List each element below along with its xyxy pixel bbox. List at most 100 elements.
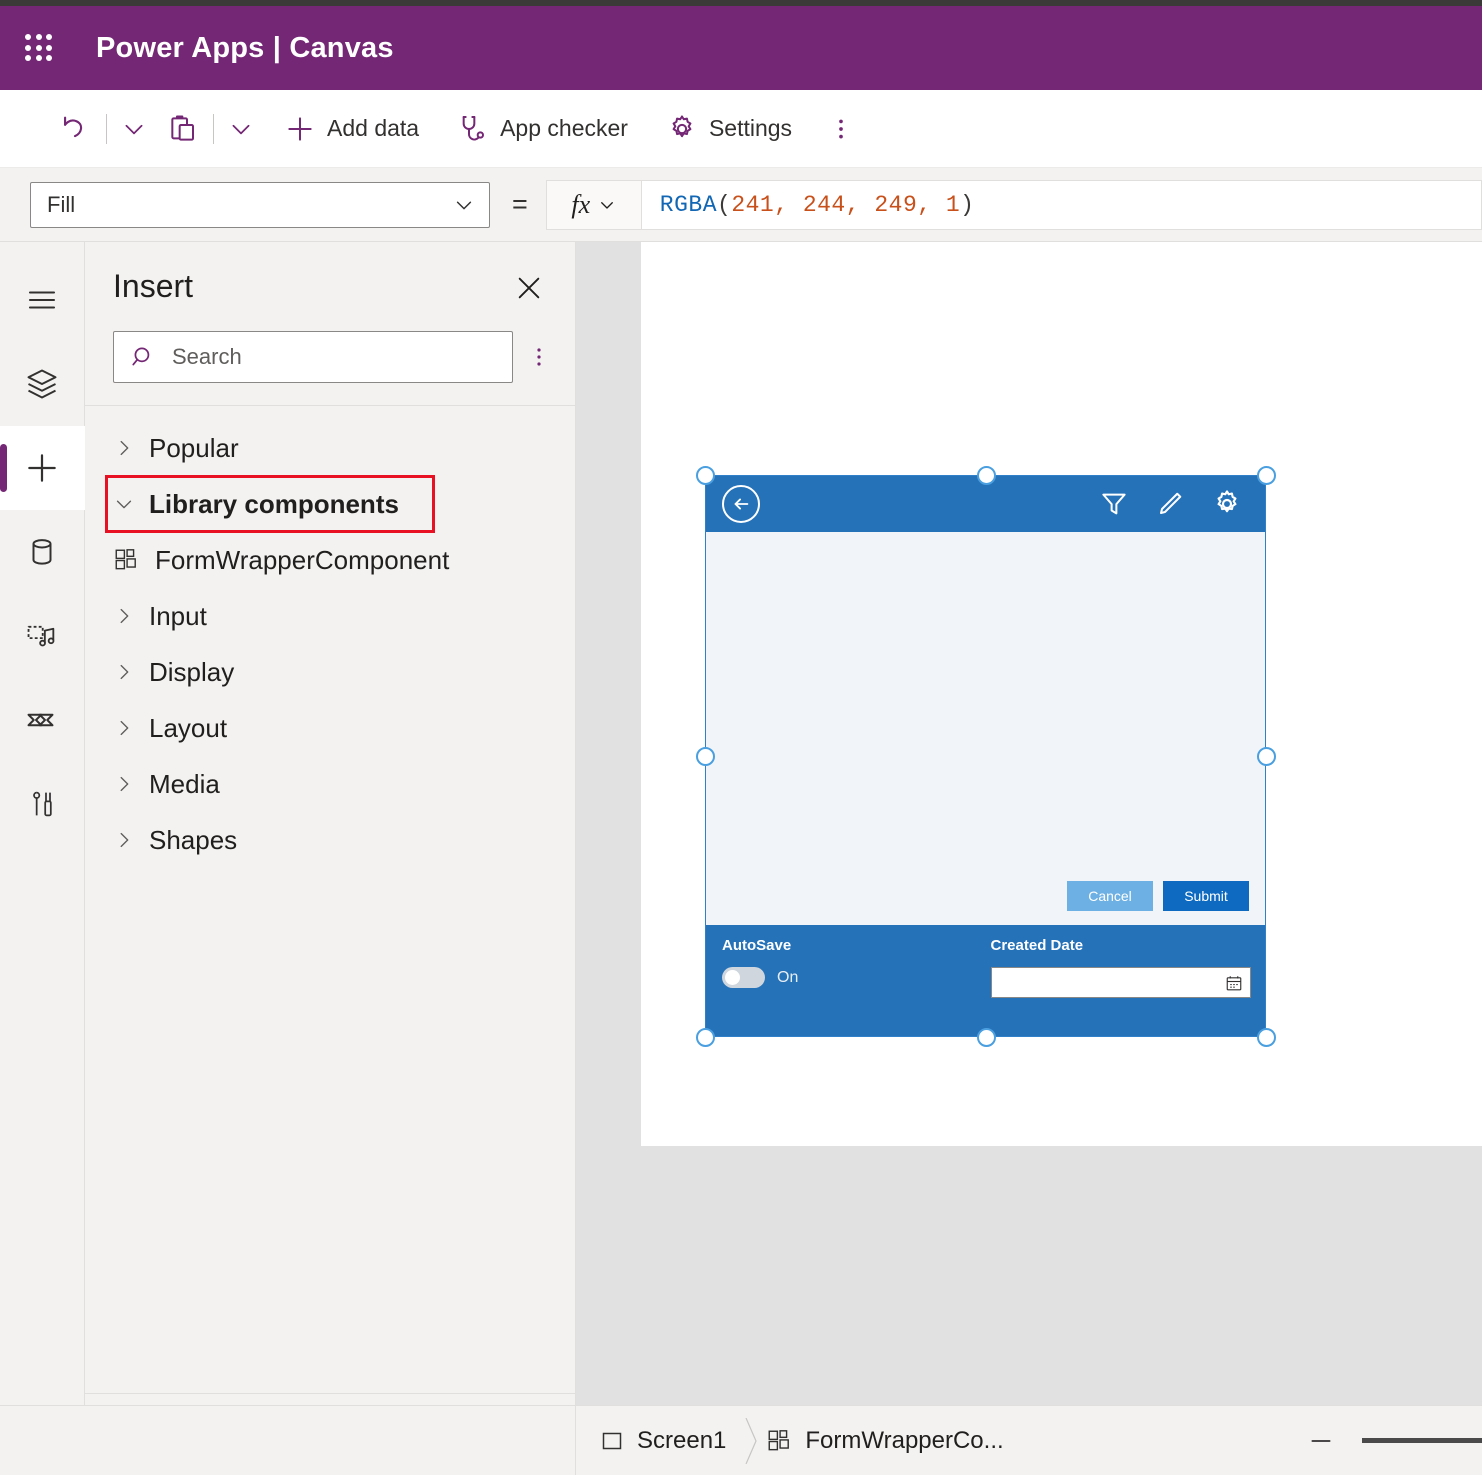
app-screen-surface[interactable]: Cancel Submit AutoSave On Created Date: [641, 242, 1482, 1146]
hamburger-menu-button[interactable]: [0, 258, 85, 342]
insert-plus-icon: [23, 449, 61, 487]
chevron-right-icon: [113, 437, 135, 459]
zoom-slider[interactable]: [1362, 1438, 1482, 1443]
settings-label: Settings: [709, 115, 792, 142]
autosave-toggle[interactable]: [722, 967, 765, 988]
library-component-item[interactable]: FormWrapperComponent: [85, 532, 575, 588]
media-button[interactable]: [0, 594, 85, 678]
tree-view-button[interactable]: [0, 342, 85, 426]
form-wrapper-component[interactable]: Cancel Submit AutoSave On Created Date: [705, 475, 1266, 1037]
chevron-right-icon: [113, 829, 135, 851]
chevron-down-icon: [228, 116, 254, 142]
component-icon: [766, 1428, 792, 1454]
canvas-area[interactable]: Cancel Submit AutoSave On Created Date: [576, 242, 1482, 1405]
fx-button[interactable]: fx: [546, 180, 642, 230]
more-vertical-icon: [828, 116, 854, 142]
component-item-label: FormWrapperComponent: [155, 545, 449, 576]
toolbar-divider-2: [213, 114, 214, 144]
category-layout[interactable]: Layout: [85, 700, 575, 756]
undo-button[interactable]: [48, 103, 102, 155]
resize-handle-top-right[interactable]: [1257, 466, 1276, 485]
cancel-button[interactable]: Cancel: [1067, 881, 1153, 911]
more-vertical-icon: [527, 345, 551, 369]
category-library-components[interactable]: Library components: [85, 476, 575, 532]
submit-button[interactable]: Submit: [1163, 881, 1249, 911]
resize-handle-bottom-right[interactable]: [1257, 1028, 1276, 1047]
category-label: Input: [149, 601, 207, 632]
plus-icon: [284, 113, 316, 145]
gear-icon[interactable]: [1211, 488, 1243, 520]
filter-icon[interactable]: [1099, 489, 1129, 519]
insert-category-list: Popular Library components FormWrapperCo…: [85, 406, 575, 1393]
data-button[interactable]: [0, 510, 85, 594]
chevron-right-icon: [113, 661, 135, 683]
form-action-buttons: Cancel Submit: [1067, 881, 1249, 911]
formula-bar: Fill = fx RGBA(241, 244, 249, 1): [0, 168, 1482, 242]
close-panel-button[interactable]: [509, 268, 549, 313]
resize-handle-middle-right[interactable]: [1257, 747, 1276, 766]
data-icon: [25, 535, 59, 569]
clipboard-paste-icon: [167, 113, 199, 145]
app-launcher-icon[interactable]: [22, 31, 56, 65]
category-label: Popular: [149, 433, 239, 464]
chevron-right-icon: [113, 773, 135, 795]
power-automate-icon: [24, 702, 60, 738]
resize-handle-middle-left[interactable]: [696, 747, 715, 766]
created-date-input[interactable]: [991, 967, 1252, 998]
resize-handle-top-left[interactable]: [696, 466, 715, 485]
minus-icon[interactable]: [1308, 1428, 1334, 1454]
gear-icon: [666, 113, 698, 145]
power-automate-button[interactable]: [0, 678, 85, 762]
insert-panel-search-row: Search: [85, 313, 575, 405]
insert-panel-button[interactable]: [0, 426, 85, 510]
category-display[interactable]: Display: [85, 644, 575, 700]
settings-button[interactable]: Settings: [656, 103, 802, 155]
paste-dropdown-button[interactable]: [218, 103, 264, 155]
chevron-down-icon: [453, 194, 475, 216]
undo-dropdown-button[interactable]: [111, 103, 157, 155]
power-apps-studio: Power Apps | Canvas: [0, 0, 1482, 1475]
breadcrumb-form-wrapper-component[interactable]: FormWrapperCo...: [766, 1427, 1003, 1455]
chevron-right-icon: [740, 1418, 762, 1464]
advanced-tools-button[interactable]: [0, 762, 85, 846]
component-header-actions: [1099, 488, 1251, 520]
chevron-down-icon: [113, 493, 135, 515]
autosave-state-label: On: [777, 969, 798, 987]
more-options-button[interactable]: [818, 103, 864, 155]
pencil-edit-icon[interactable]: [1155, 489, 1185, 519]
fx-label: fx: [571, 190, 590, 220]
breadcrumb-screen1[interactable]: Screen1: [600, 1427, 726, 1455]
insert-panel: Insert Search: [85, 242, 576, 1475]
search-input[interactable]: Search: [113, 331, 513, 383]
category-input[interactable]: Input: [85, 588, 575, 644]
resize-handle-bottom-left[interactable]: [696, 1028, 715, 1047]
status-bar: Screen1 FormWrapperCo...: [0, 1405, 1482, 1475]
left-rail: [0, 242, 85, 1475]
category-shapes[interactable]: Shapes: [85, 812, 575, 868]
back-arrow-icon[interactable]: [722, 485, 760, 523]
chevron-right-icon: [113, 605, 135, 627]
media-icon: [25, 619, 59, 653]
component-footer-bar: AutoSave On Created Date: [706, 925, 1265, 1036]
resize-handle-bottom-center[interactable]: [977, 1028, 996, 1047]
insert-panel-more-button[interactable]: [519, 331, 559, 383]
search-icon: [130, 344, 156, 370]
status-bar-left-spacer: [0, 1406, 576, 1475]
calendar-icon[interactable]: [1225, 974, 1243, 992]
property-selector[interactable]: Fill: [30, 182, 490, 228]
category-media[interactable]: Media: [85, 756, 575, 812]
paste-button[interactable]: [157, 103, 209, 155]
resize-handle-top-center[interactable]: [977, 466, 996, 485]
formula-function-token: RGBA: [660, 192, 717, 218]
formula-input[interactable]: RGBA(241, 244, 249, 1): [642, 180, 1482, 230]
toolbar-divider-1: [106, 114, 107, 144]
panel-title: Insert: [113, 268, 193, 305]
app-checker-button[interactable]: App checker: [447, 103, 638, 155]
component-form-body[interactable]: Cancel Submit: [706, 532, 1265, 925]
advanced-tools-icon: [26, 788, 58, 820]
category-popular[interactable]: Popular: [85, 420, 575, 476]
add-data-button[interactable]: Add data: [274, 103, 429, 155]
autosave-section: AutoSave On: [722, 937, 987, 1036]
breadcrumb-label: Screen1: [637, 1427, 726, 1455]
created-date-label: Created Date: [991, 937, 1252, 954]
